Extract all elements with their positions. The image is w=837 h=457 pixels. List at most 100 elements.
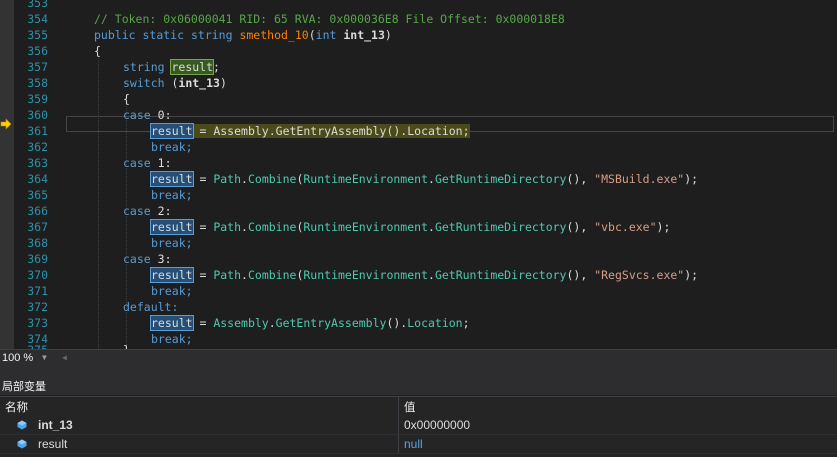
code-text: break; — [151, 187, 193, 203]
local-name: result — [38, 437, 68, 451]
line-number: 363 — [27, 156, 48, 170]
scroll-left-icon[interactable]: ◀ — [62, 350, 74, 366]
method-call[interactable]: GetRuntimeDirectory — [435, 172, 567, 186]
path-type[interactable]: Path — [213, 220, 241, 234]
locals-row[interactable]: int_13 0x00000000 — [0, 416, 837, 435]
assembly-type[interactable]: Assembly — [213, 316, 268, 330]
column-header-name[interactable]: 名称 — [5, 399, 28, 415]
locals-column-header: 名称 值 — [0, 396, 837, 417]
code-line: 369 case 3: — [0, 251, 837, 267]
code-line: 360 case 0: — [0, 107, 837, 123]
line-number: 370 — [27, 268, 48, 282]
editor-statusbar: 100 % ▼ ◀ — [0, 349, 837, 368]
column-divider — [398, 416, 399, 434]
local-value[interactable]: null — [404, 437, 423, 451]
local-name: int_13 — [38, 418, 73, 432]
variable-result[interactable]: result — [150, 171, 194, 187]
line-number: 367 — [27, 220, 48, 234]
case-label: 1: — [157, 156, 172, 170]
assembly-type[interactable]: Assembly — [213, 124, 269, 138]
line-number: 354 — [27, 12, 48, 26]
column-header-value[interactable]: 值 — [404, 399, 416, 415]
assign-op: = — [192, 220, 214, 234]
line-number: 372 — [27, 300, 48, 314]
variable-result[interactable]: result — [150, 219, 194, 235]
code-line: 373 result = Assembly.GetEntryAssembly()… — [0, 315, 837, 331]
variable-result[interactable]: result — [150, 267, 194, 283]
semicolon: ; — [462, 124, 470, 138]
line-number: 356 — [27, 44, 48, 58]
variable-icon — [17, 420, 27, 430]
code-text: break; — [151, 283, 193, 299]
keyword: case — [123, 108, 151, 122]
code-line: 364 result = Path.Combine(RuntimeEnviron… — [0, 171, 837, 187]
method-call[interactable]: GetRuntimeDirectory — [435, 268, 567, 282]
keyword: switch — [123, 76, 165, 90]
code-line: 355 public static string smethod_10(int … — [0, 27, 837, 43]
runtime-env-type[interactable]: RuntimeEnvironment — [303, 220, 428, 234]
line-number: 361 — [27, 124, 48, 138]
code-text: case 0: — [123, 107, 172, 123]
method-call[interactable]: Combine — [248, 268, 296, 282]
zoom-level[interactable]: 100 % — [2, 352, 33, 364]
code-line: 370 result = Path.Combine(RuntimeEnviron… — [0, 267, 837, 283]
parameter[interactable]: int_13 — [178, 76, 220, 90]
keyword: case — [123, 156, 151, 170]
code-line: 353 — [0, 0, 837, 11]
locals-row[interactable]: result null — [0, 435, 837, 454]
line-number: 364 — [27, 172, 48, 186]
code-text: result = Path.Combine(RuntimeEnvironment… — [150, 219, 671, 235]
method-call[interactable]: GetEntryAssembly — [276, 316, 387, 330]
code-text: result = Path.Combine(RuntimeEnvironment… — [150, 267, 699, 283]
locals-list: int_13 0x00000000 result null — [0, 416, 837, 457]
variable-icon — [17, 439, 27, 449]
method-call[interactable]: GetEntryAssembly — [275, 124, 387, 138]
case-label: 2: — [157, 204, 172, 218]
chevron-down-icon[interactable]: ▼ — [42, 350, 54, 366]
keyword-break: break; — [151, 140, 193, 154]
string-literal: "MSBuild.exe" — [594, 172, 685, 186]
case-label: 0: — [157, 108, 172, 122]
runtime-env-type[interactable]: RuntimeEnvironment — [303, 172, 428, 186]
path-type[interactable]: Path — [213, 268, 241, 282]
property[interactable]: Location — [407, 124, 463, 138]
code-text: result = Assembly.GetEntryAssembly().Loc… — [150, 123, 470, 139]
code-editor[interactable]: 353 354 // Token: 0x06000041 RID: 65 RVA… — [0, 0, 837, 349]
string-literal: "RegSvcs.exe" — [594, 268, 685, 282]
local-value[interactable]: 0x00000000 — [404, 418, 470, 432]
property[interactable]: Location — [407, 316, 462, 330]
method-call[interactable]: Combine — [248, 220, 296, 234]
code-text: } — [123, 342, 130, 349]
code-text: case 1: — [123, 155, 172, 171]
line-number: 369 — [27, 252, 48, 266]
code-line: 357 string result; — [0, 59, 837, 75]
variable-result[interactable]: result — [150, 123, 194, 139]
keyword: case — [123, 204, 151, 218]
line-number: 362 — [27, 140, 48, 154]
method-call[interactable]: GetRuntimeDirectory — [435, 220, 567, 234]
parameter[interactable]: int_13 — [343, 28, 385, 42]
variable-result[interactable]: result — [150, 315, 194, 331]
column-divider[interactable] — [398, 397, 399, 416]
comment-token-info: // Token: 0x06000041 RID: 65 RVA: 0x0000… — [94, 12, 565, 26]
keyword: string — [123, 60, 165, 74]
method-name[interactable]: smethod_10 — [239, 28, 308, 42]
code-text: public static string smethod_10(int int_… — [94, 28, 392, 42]
path-type[interactable]: Path — [213, 172, 241, 186]
code-line: 367 result = Path.Combine(RuntimeEnviron… — [0, 219, 837, 235]
code-line: 354 // Token: 0x06000041 RID: 65 RVA: 0x… — [0, 11, 837, 27]
line-number: 353 — [27, 0, 48, 10]
code-line: 365 break; — [0, 187, 837, 203]
line-number: 375 — [18, 342, 48, 349]
code-text: string result; — [123, 59, 220, 75]
runtime-env-type[interactable]: RuntimeEnvironment — [303, 268, 428, 282]
keyword-default: default: — [123, 300, 179, 314]
keyword: string — [190, 28, 233, 42]
method-call[interactable]: Combine — [248, 172, 296, 186]
assign-op: = — [192, 268, 214, 282]
line-number: 359 — [27, 92, 48, 106]
code-text: // Token: 0x06000041 RID: 65 RVA: 0x0000… — [94, 11, 565, 27]
variable-result-declaration[interactable]: result — [170, 59, 215, 75]
code-line: 362 break; — [0, 139, 837, 155]
splitter[interactable] — [0, 367, 837, 375]
